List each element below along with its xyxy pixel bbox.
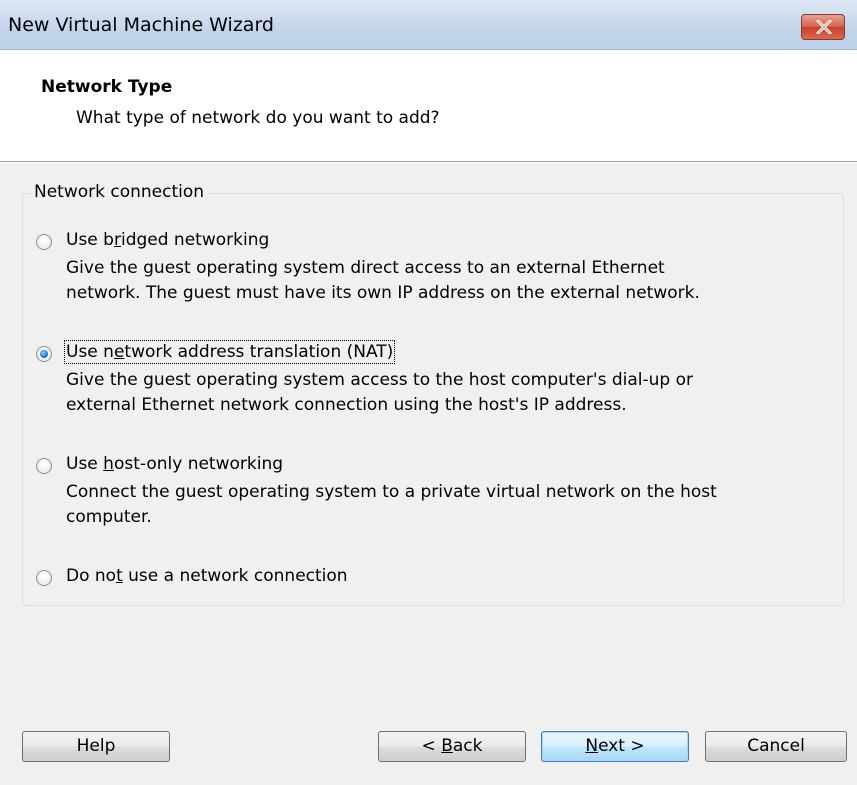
header-divider: [0, 162, 857, 163]
wizard-window: New Virtual Machine Wizard Network Type …: [0, 0, 857, 785]
close-icon: [816, 20, 832, 34]
cancel-button[interactable]: Cancel: [705, 731, 847, 762]
close-button[interactable]: [801, 14, 845, 40]
next-button-label: Next >: [585, 736, 645, 756]
page-subtitle: What type of network do you want to add?: [76, 108, 440, 128]
radio-bridged[interactable]: [36, 234, 52, 250]
option-bridged-label[interactable]: Use bridged networking: [66, 230, 269, 250]
title-bar[interactable]: New Virtual Machine Wizard: [0, 0, 857, 50]
cancel-button-label: Cancel: [747, 736, 805, 756]
page-title: Network Type: [41, 77, 173, 97]
description-line: external Ethernet network connection usi…: [66, 395, 627, 415]
group-label: Network connection: [30, 182, 209, 202]
description-line: Give the guest operating system access t…: [66, 370, 693, 390]
description-line: network. The guest must have its own IP …: [66, 283, 700, 303]
radio-selected-dot: [40, 350, 48, 358]
back-button[interactable]: < Back: [378, 731, 526, 762]
help-button[interactable]: Help: [22, 731, 170, 762]
option-nat-description: Give the guest operating system access t…: [66, 368, 693, 418]
option-no-network-label[interactable]: Do not use a network connection: [66, 566, 348, 586]
option-host-only-description: Connect the guest operating system to a …: [66, 480, 717, 530]
option-nat-label[interactable]: Use network address translation (NAT): [63, 340, 396, 364]
option-host-only-label[interactable]: Use host-only networking: [66, 454, 283, 474]
description-line: Give the guest operating system direct a…: [66, 258, 665, 278]
description-line: Connect the guest operating system to a …: [66, 482, 717, 502]
radio-host-only[interactable]: [36, 458, 52, 474]
next-button[interactable]: Next >: [541, 731, 689, 762]
radio-nat[interactable]: [36, 346, 52, 362]
radio-no-network[interactable]: [36, 570, 52, 586]
help-button-label: Help: [76, 736, 116, 756]
wizard-header: Network Type What type of network do you…: [0, 50, 857, 162]
window-title: New Virtual Machine Wizard: [8, 14, 274, 36]
description-line: computer.: [66, 507, 152, 527]
back-button-label: < Back: [421, 736, 483, 756]
option-bridged-description: Give the guest operating system direct a…: [66, 256, 700, 306]
